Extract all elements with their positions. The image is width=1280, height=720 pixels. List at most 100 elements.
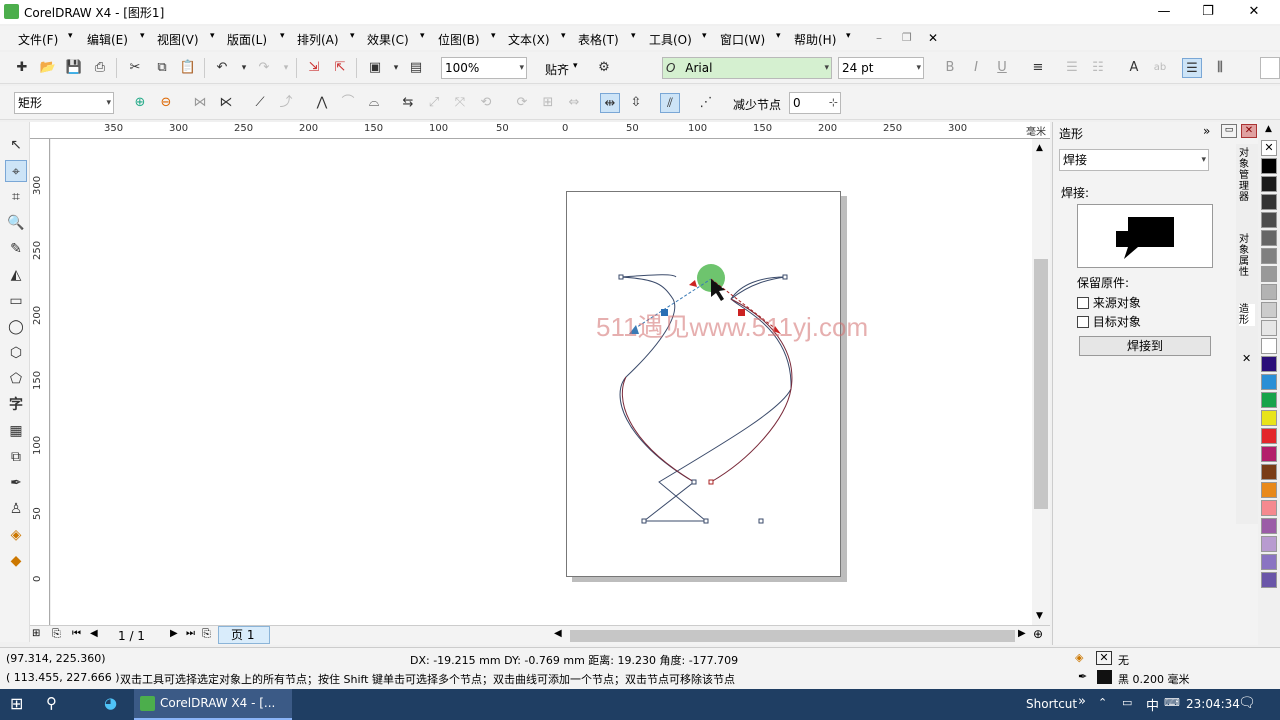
color-swatch[interactable] — [1261, 410, 1277, 426]
color-swatch[interactable] — [1261, 482, 1277, 498]
vase-curve-drawing[interactable] — [51, 139, 1032, 625]
clock[interactable]: 23:04:34 — [1186, 697, 1240, 711]
menu-layout-arrow-icon[interactable]: ▾ — [280, 31, 285, 41]
color-swatch[interactable] — [1261, 428, 1277, 444]
options-icon[interactable]: ⚙ — [594, 58, 614, 78]
color-swatch[interactable] — [1261, 212, 1277, 228]
close-button[interactable]: ✕ — [1232, 2, 1276, 22]
color-swatch[interactable] — [1261, 266, 1277, 282]
menu-help-arrow-icon[interactable]: ▾ — [846, 31, 851, 41]
edit-text-icon[interactable]: A — [1124, 58, 1144, 78]
add-node-icon[interactable]: ⊕ — [130, 93, 150, 113]
text-tool-icon[interactable]: 字 — [5, 394, 27, 416]
snap-dropdown-icon[interactable]: ▾ — [573, 61, 578, 71]
reflect-vertical-icon[interactable]: ⇳ — [626, 93, 646, 113]
menu-text[interactable]: 文本(X) — [508, 31, 550, 48]
menu-window-arrow-icon[interactable]: ▾ — [776, 31, 781, 41]
horizontal-ruler[interactable]: 350 300 250 200 150 100 50 0 50 100 150 … — [30, 122, 1050, 139]
scroll-down-icon[interactable]: ▼ — [1036, 611, 1043, 621]
drop-cap-icon[interactable]: ☷ — [1088, 58, 1108, 78]
delete-node-icon[interactable]: ⊖ — [156, 93, 176, 113]
cusp-node-icon[interactable]: ⋀ — [312, 93, 332, 113]
zoom-tool-icon[interactable]: 🔍 — [5, 212, 27, 234]
smooth-node-icon[interactable]: ⌒ — [338, 93, 358, 113]
docker-minimize-icon[interactable]: ▭ — [1221, 124, 1237, 138]
toolbar-overflow-icon[interactable]: » — [1078, 694, 1086, 709]
menu-effects[interactable]: 效果(C) — [367, 31, 409, 48]
ellipse-tool-icon[interactable]: ◯ — [5, 316, 27, 338]
menu-window[interactable]: 窗口(W) — [720, 31, 765, 48]
rotate-nodes-icon[interactable]: ⟳ — [512, 93, 532, 113]
elastic-mode-icon[interactable]: ⫽ — [660, 93, 680, 113]
curve-node[interactable] — [703, 518, 709, 524]
print-icon[interactable]: ⎙ — [90, 58, 110, 78]
notifications-icon[interactable]: 🗨 — [1238, 695, 1256, 711]
menu-bitmaps-arrow-icon[interactable]: ▾ — [491, 31, 496, 41]
symmetrical-node-icon[interactable]: ⌓ — [364, 93, 384, 113]
color-swatch[interactable] — [1261, 194, 1277, 210]
source-object-option[interactable]: 来源对象 — [1077, 294, 1141, 311]
align-nodes-icon[interactable]: ⊞ — [538, 93, 558, 113]
no-color-swatch[interactable]: ✕ — [1261, 140, 1277, 156]
color-swatch[interactable] — [1261, 536, 1277, 552]
target-object-option[interactable]: 目标对象 — [1077, 313, 1141, 330]
scroll-right-icon[interactable]: ▶ — [1018, 628, 1026, 639]
scroll-left-icon[interactable]: ◀ — [554, 628, 562, 639]
docker-close-icon[interactable]: ✕ — [1241, 124, 1257, 138]
shaping-mode-select[interactable]: 焊接 ▾ — [1059, 149, 1209, 171]
object-manager-tab[interactable]: 对象管理器 — [1239, 148, 1255, 203]
basic-shapes-tool-icon[interactable]: ⬠ — [5, 368, 27, 390]
redo-icon[interactable]: ↷ — [254, 58, 274, 78]
scroll-up-icon[interactable]: ▲ — [1036, 143, 1043, 153]
menu-view-arrow-icon[interactable]: ▾ — [210, 31, 215, 41]
edge-browser-icon[interactable]: ◕ — [104, 694, 117, 712]
previous-page-icon[interactable]: ◀ — [90, 628, 98, 639]
menu-help[interactable]: 帮助(H) — [794, 31, 836, 48]
drawing-canvas[interactable]: 511遇见www.511yj.com — [51, 139, 1032, 625]
save-icon[interactable]: 💾 — [64, 58, 84, 78]
curve-node[interactable] — [691, 479, 697, 485]
reflect-nodes-icon[interactable]: ⇔ — [564, 93, 584, 113]
battery-icon[interactable]: ▭ — [1122, 696, 1132, 709]
text-align-icon[interactable]: ≡ — [1028, 58, 1048, 78]
outline-tool-icon[interactable]: ♙ — [5, 498, 27, 520]
scroll-thumb[interactable] — [1034, 259, 1048, 509]
reflect-horizontal-icon[interactable]: ⇹ — [600, 93, 620, 113]
color-swatch[interactable] — [1261, 176, 1277, 192]
color-swatch[interactable] — [1261, 302, 1277, 318]
bullet-list-icon[interactable]: ☰ — [1062, 58, 1082, 78]
horizontal-text-icon[interactable]: ☰ — [1182, 58, 1202, 78]
menu-tools-arrow-icon[interactable]: ▾ — [702, 31, 707, 41]
fill-tool-icon[interactable]: ◈ — [5, 524, 27, 546]
join-nodes-icon[interactable]: ⋈ — [190, 93, 210, 113]
doc-close-icon[interactable]: ✕ — [928, 31, 938, 45]
no-fill-icon[interactable]: ✕ — [1096, 651, 1112, 665]
stretch-nodes-icon[interactable]: ⟲ — [476, 93, 496, 113]
last-page-icon[interactable]: ⏭ — [186, 628, 195, 639]
undo-icon[interactable]: ↶ — [212, 58, 232, 78]
menu-edit-arrow-icon[interactable]: ▾ — [140, 31, 145, 41]
color-swatch[interactable] — [1261, 338, 1277, 354]
docker-expand-icon[interactable]: » — [1203, 124, 1210, 138]
doc-restore-icon[interactable]: ❐ — [902, 31, 912, 44]
color-swatch[interactable] — [1261, 158, 1277, 174]
source-object-checkbox[interactable] — [1077, 297, 1089, 309]
freehand-tool-icon[interactable]: ✎ — [5, 238, 27, 260]
target-object-checkbox[interactable] — [1077, 316, 1089, 328]
menu-arrange-arrow-icon[interactable]: ▾ — [350, 31, 355, 41]
color-swatch[interactable] — [1261, 464, 1277, 480]
control-point-arrow[interactable] — [689, 280, 697, 287]
color-swatch[interactable] — [1261, 500, 1277, 516]
page-tab[interactable]: 页 1 — [218, 626, 270, 644]
copy-icon[interactable]: ⧉ — [152, 58, 172, 78]
interactive-fill-tool-icon[interactable]: ◆ — [5, 550, 27, 572]
curve-node[interactable] — [758, 518, 764, 524]
export-icon[interactable]: ⇱ — [330, 58, 350, 78]
vertical-text-icon[interactable]: ⫼ — [1210, 58, 1230, 78]
menu-edit[interactable]: 编辑(E) — [87, 31, 128, 48]
color-swatch[interactable] — [1261, 572, 1277, 588]
italic-icon[interactable]: I — [966, 58, 986, 78]
extend-curve-icon[interactable]: ⤢ — [424, 93, 444, 113]
character-formatting-icon[interactable]: ab — [1150, 58, 1170, 78]
to-curve-icon[interactable]: ⤴ — [276, 93, 296, 113]
